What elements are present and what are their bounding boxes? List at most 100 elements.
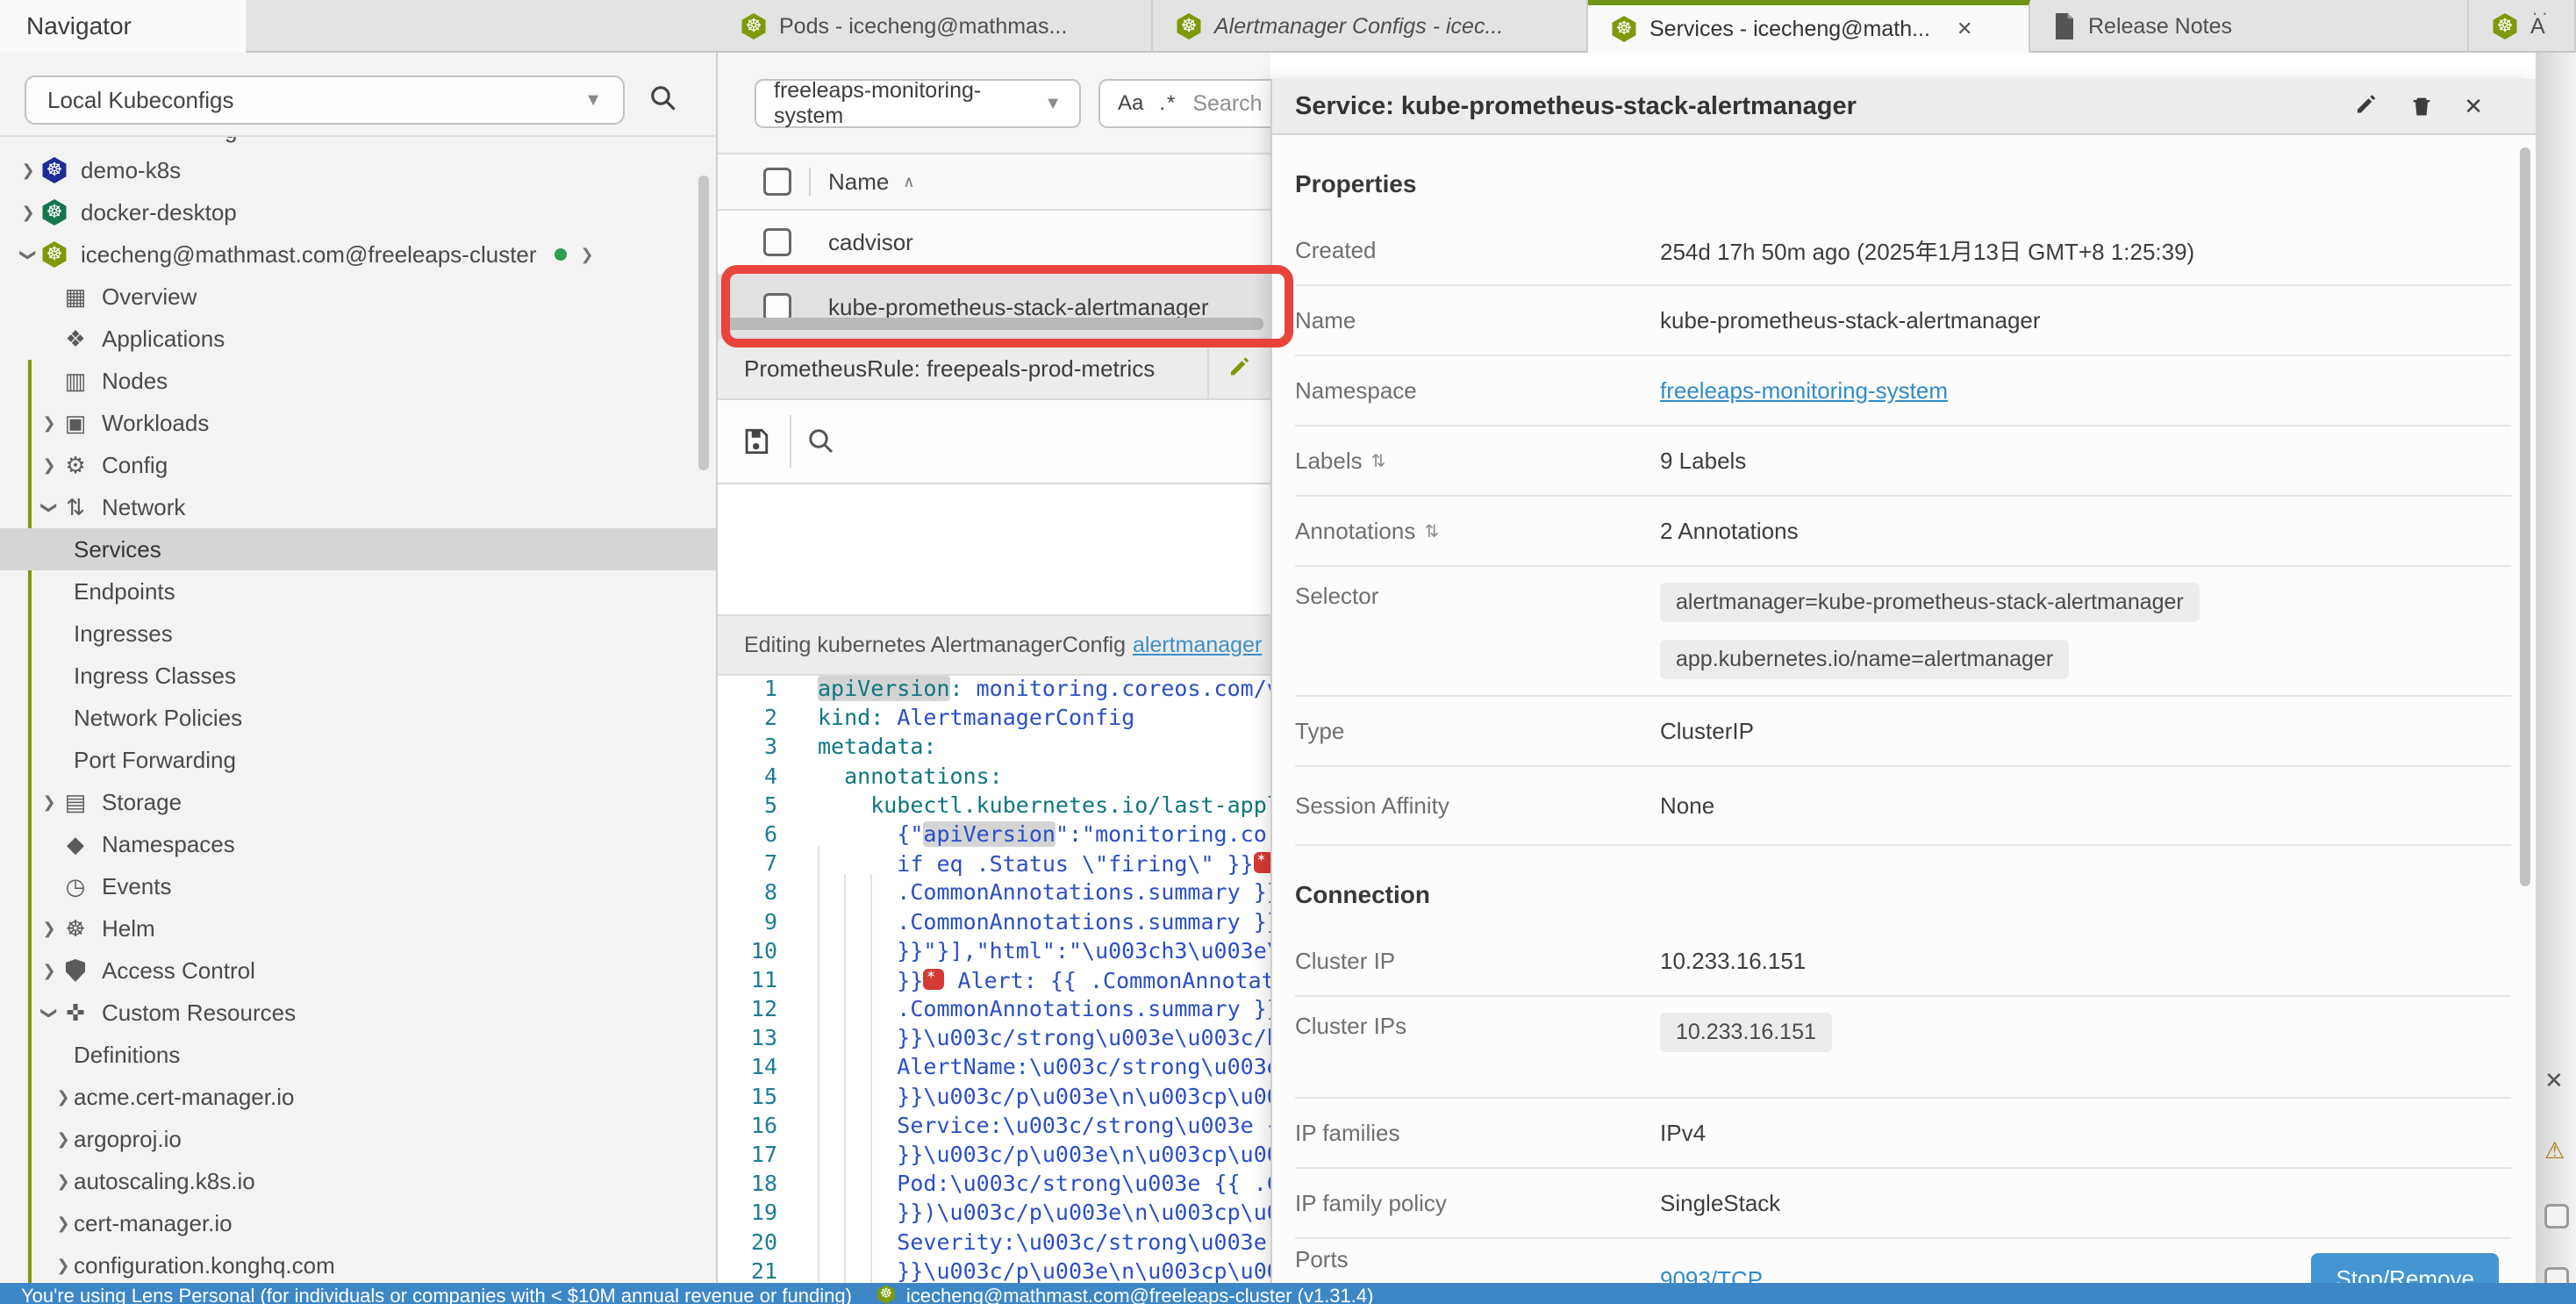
sidebar-item-acme-cert-manager-io[interactable]: ❯acme.cert-manager.io — [0, 1076, 716, 1118]
save-icon[interactable] — [741, 426, 770, 456]
search-icon[interactable] — [649, 84, 677, 112]
close-icon[interactable]: ✕ — [2464, 93, 2483, 120]
match-case-toggle[interactable]: Aa — [1118, 91, 1143, 116]
expander-icon[interactable]: ❯ — [19, 244, 38, 265]
sidebar-item-icecheng-mathmast-com-freeleaps-cluster[interactable]: ❯☸icecheng@mathmast.com@freeleaps-cluste… — [0, 233, 716, 276]
editor-line[interactable]: 17 }}\u003c/p\u003e\n\u003cp\u003 — [718, 1142, 1270, 1171]
editor-line[interactable]: 3metadata: — [718, 734, 1270, 763]
sidebar-item-demo-k8s[interactable]: ❯☸demo-k8s — [0, 149, 716, 191]
editor-search-icon[interactable] — [807, 427, 835, 455]
edit-icon[interactable] — [1227, 355, 1253, 382]
expander-icon[interactable]: ❯ — [53, 1214, 74, 1233]
sidebar-item-helm[interactable]: ❯☸Helm — [0, 907, 716, 949]
delete-icon[interactable] — [2409, 93, 2434, 119]
sidebar-item-custom-resources[interactable]: ❯✜Custom Resources — [0, 992, 716, 1034]
dock-tab-5[interactable]: ☸A — [2469, 0, 2576, 53]
column-header-name[interactable]: Name — [828, 168, 889, 196]
editor-line[interactable]: 2kind: AlertmanagerConfig — [718, 705, 1270, 734]
expander-icon[interactable]: ❯ — [53, 1257, 74, 1275]
license-notice[interactable]: You're using Lens Personal (for individu… — [21, 1283, 852, 1304]
editor-line[interactable]: 13 }}\u003c/strong\u003e\u003c/h3 — [718, 1025, 1270, 1054]
editor-line[interactable]: 14 AlertName:\u003c/strong\u003e — [718, 1054, 1270, 1083]
sidebar-item-config[interactable]: ❯⚙Config — [0, 444, 716, 486]
editor-line[interactable]: 16 Service:\u003c/strong\u003e {- — [718, 1113, 1270, 1142]
kubeconfig-select[interactable]: Local Kubeconfigs ▼ — [25, 75, 625, 125]
expander-icon[interactable]: ❯ — [39, 920, 60, 938]
regex-toggle[interactable]: .* — [1159, 91, 1177, 116]
sidebar-item-endpoints[interactable]: Endpoints — [0, 570, 716, 613]
sidebar-item-network[interactable]: ❯⇅Network — [0, 486, 716, 528]
sidebar-item-storage[interactable]: ❯▤Storage — [0, 781, 716, 823]
sidebar-item-autoscaling-k8s-io[interactable]: ❯autoscaling.k8s.io — [0, 1160, 716, 1202]
expand-toggle-icon[interactable]: ⇅ — [1424, 520, 1439, 542]
editor-line[interactable]: 6 {"apiVersion":"monitoring.core — [718, 821, 1270, 850]
expander-icon[interactable]: ❯ — [39, 456, 60, 475]
expander-icon[interactable]: ❯ — [53, 1130, 74, 1149]
editor-line[interactable]: 5 kubectl.kubernetes.io/last-appli — [718, 792, 1270, 821]
namespace-link[interactable]: freeleaps-monitoring-system — [1660, 377, 1948, 405]
namespace-select[interactable]: freeleaps-monitoring-system ▼ — [755, 79, 1081, 128]
editor-line[interactable]: 21 }}\u003c/p\u003e\n\u003cp\u003 — [718, 1258, 1270, 1283]
dock-tab-4[interactable]: Release Notes — [2030, 0, 2469, 53]
expander-icon[interactable]: ❯ — [18, 161, 39, 180]
close-icon[interactable]: ✕ — [1957, 18, 1972, 40]
expander-icon[interactable]: ❯ — [53, 1088, 74, 1107]
expander-icon[interactable]: ❯ — [39, 414, 60, 433]
expander-icon[interactable]: ❯ — [18, 204, 39, 222]
editor-line[interactable]: 15 }}\u003c/p\u003e\n\u003cp\u003 — [718, 1084, 1270, 1113]
editor-line[interactable]: 4 annotations: — [718, 763, 1270, 792]
editor-line[interactable]: 11 }}🚨 Alert: {{ .CommonAnnotati — [718, 967, 1270, 996]
sidebar-item-services[interactable]: Services — [0, 528, 716, 570]
editor-line[interactable]: 8 .CommonAnnotations.summary }}- — [718, 879, 1270, 908]
stop-remove-button[interactable]: Stop/Remove — [2311, 1253, 2499, 1283]
expander-icon[interactable]: ❯ — [40, 1002, 59, 1023]
editor-line[interactable]: 7 if eq .Status \"firing\" }}🚨 — [718, 850, 1270, 879]
dock-tab-2[interactable]: ☸Alertmanager Configs - icec... — [1153, 0, 1588, 53]
dock-tab-1[interactable]: ☸Pods - icecheng@mathmas... — [718, 0, 1153, 53]
editor-line[interactable]: 20 Severity:\u003c/strong\u003e - — [718, 1229, 1270, 1258]
expander-icon[interactable]: ❯ — [39, 962, 60, 980]
sidebar-item-g[interactable]: g — [0, 137, 716, 149]
expander-icon[interactable]: ❯ — [39, 793, 60, 812]
expander-icon[interactable]: ❯ — [40, 497, 59, 518]
sidebar-item-configuration-konghq-com[interactable]: ❯configuration.konghq.com — [0, 1244, 716, 1283]
expand-toggle-icon[interactable]: ⇅ — [1371, 450, 1386, 472]
sidebar-item-events[interactable]: ◷Events — [0, 865, 716, 907]
sidebar-scrollbar[interactable] — [698, 176, 709, 470]
notification-close-icon[interactable]: ✕ — [2544, 1067, 2564, 1094]
sort-asc-icon[interactable]: ∧ — [903, 173, 914, 191]
editor-line[interactable]: 10 }}"}],"html":"\u003ch3\u003e\u — [718, 938, 1270, 967]
sidebar-item-workloads[interactable]: ❯▣Workloads — [0, 402, 716, 444]
sidebar-item-overview[interactable]: ▦Overview — [0, 276, 716, 318]
port-link[interactable]: 9093/TCP — [1660, 1266, 1763, 1284]
editor-line[interactable]: 9 .CommonAnnotations.summary }}- — [718, 909, 1270, 938]
resource-link[interactable]: alertmanager — [1133, 633, 1262, 658]
expander-icon[interactable]: ❯ — [53, 1172, 74, 1191]
sidebar-item-cert-manager-io[interactable]: ❯cert-manager.io — [0, 1202, 716, 1244]
editor-line[interactable]: 1apiVersion: monitoring.coreos.com/v1 — [718, 676, 1270, 705]
edit-icon[interactable] — [2353, 93, 2379, 119]
editor-line[interactable]: 19 }})\u003c/p\u003e\n\u003cp\u00 — [718, 1200, 1270, 1229]
row-value: None — [1660, 792, 1714, 820]
row-checkbox[interactable] — [763, 228, 791, 256]
sidebar-item-ingress-classes[interactable]: Ingress Classes — [0, 655, 716, 697]
active-cluster-status[interactable]: icecheng@mathmast.com@freeleaps-cluster … — [906, 1283, 1374, 1304]
sidebar-item-access-control[interactable]: ❯Access Control — [0, 949, 716, 992]
editor-line[interactable]: 18 Pod:\u003c/strong\u003e {{ .Co — [718, 1171, 1270, 1200]
dock-tab-3[interactable]: ☸Services - icecheng@math...✕ — [1588, 0, 2030, 53]
sidebar-item-namespaces[interactable]: ◆Namespaces — [0, 823, 716, 865]
sidebar-item-definitions[interactable]: Definitions — [0, 1034, 716, 1076]
sidebar-item-docker-desktop[interactable]: ❯☸docker-desktop — [0, 191, 716, 233]
drawer-scrollbar[interactable] — [2520, 147, 2530, 886]
sidebar-item-port-forwarding[interactable]: Port Forwarding — [0, 739, 716, 781]
select-all-checkbox[interactable] — [763, 168, 791, 196]
sidebar-item-argoproj-io[interactable]: ❯argoproj.io — [0, 1118, 716, 1160]
sidebar-item-nodes[interactable]: ▥Nodes — [0, 360, 716, 402]
sidebar-item-applications[interactable]: ❖Applications — [0, 318, 716, 360]
sidebar-item-network-policies[interactable]: Network Policies — [0, 697, 716, 739]
table-search-input[interactable]: Aa .* Search — [1098, 79, 1270, 128]
chevron-right-icon[interactable]: ❯ — [581, 246, 594, 264]
yaml-editor[interactable]: 1apiVersion: monitoring.coreos.com/v12ki… — [718, 676, 1270, 1283]
sidebar-item-ingresses[interactable]: Ingresses — [0, 613, 716, 655]
editor-line[interactable]: 12 .CommonAnnotations.summary }}- — [718, 996, 1270, 1025]
